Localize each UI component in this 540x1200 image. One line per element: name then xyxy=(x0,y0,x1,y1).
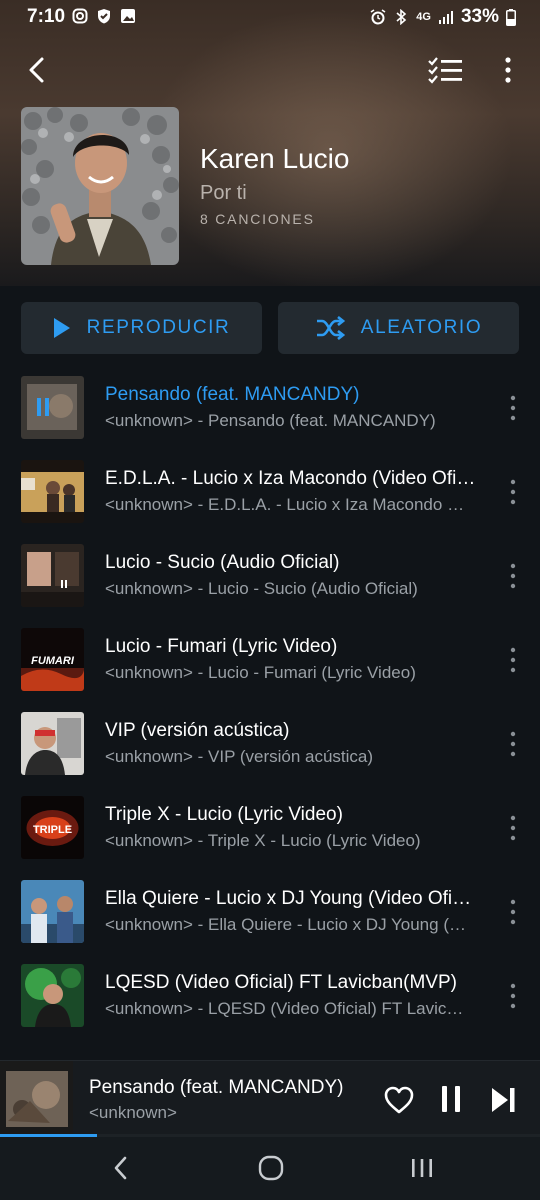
track-more-icon[interactable] xyxy=(502,812,524,844)
track-row[interactable]: TRIPLE Triple X - Lucio (Lyric Video) <u… xyxy=(0,786,540,870)
status-time: 7:10 xyxy=(27,6,66,27)
track-thumbnail xyxy=(21,376,84,439)
shuffle-button[interactable]: ALEATORIO xyxy=(278,302,519,354)
shuffle-label: ALEATORIO xyxy=(360,317,483,338)
shield-icon xyxy=(98,9,110,24)
track-more-icon[interactable] xyxy=(502,560,524,592)
track-title: VIP (versión acústica) xyxy=(105,720,290,741)
instagram-icon xyxy=(72,8,88,24)
alarm-icon xyxy=(370,9,386,25)
album-name: Por ti xyxy=(200,182,247,204)
track-thumbnail xyxy=(21,964,84,1027)
track-row[interactable]: E.D.L.A. - Lucio x Iza Macondo (Video Of… xyxy=(0,450,540,534)
track-title: E.D.L.A. - Lucio x Iza Macondo (Video Of… xyxy=(105,468,477,489)
back-button[interactable] xyxy=(22,54,54,86)
play-all-label: REPRODUCIR xyxy=(86,317,231,338)
gallery-icon xyxy=(121,9,135,23)
status-bar: 7:10 4G 33% xyxy=(0,0,540,36)
track-title: Triple X - Lucio (Lyric Video) xyxy=(105,804,343,825)
track-row[interactable]: VIP (versión acústica) <unknown> - VIP (… xyxy=(0,702,540,786)
track-more-icon[interactable] xyxy=(502,392,524,424)
track-thumbnail: TRIPLE xyxy=(21,796,84,859)
track-more-icon[interactable] xyxy=(502,644,524,676)
track-more-icon[interactable] xyxy=(502,896,524,928)
select-list-icon[interactable] xyxy=(426,54,466,86)
track-thumbnail xyxy=(21,460,84,523)
nav-recent-apps-icon[interactable] xyxy=(407,1153,437,1183)
track-more-icon[interactable] xyxy=(502,980,524,1012)
thumbnail-text: TRIPLE xyxy=(33,824,72,836)
track-thumbnail xyxy=(21,544,84,607)
track-thumbnail xyxy=(21,880,84,943)
track-title: Pensando (feat. MANCANDY) xyxy=(105,384,360,405)
play-all-button[interactable]: REPRODUCIR xyxy=(21,302,262,354)
track-title: Lucio - Fumari (Lyric Video) xyxy=(105,636,338,657)
track-row[interactable]: Ella Quiere - Lucio x DJ Young (Video Of… xyxy=(0,870,540,954)
battery-icon xyxy=(506,8,516,26)
track-thumbnail: FUMARI xyxy=(21,628,84,691)
artist-name: Karen Lucio xyxy=(200,143,350,174)
nav-back-icon[interactable] xyxy=(108,1153,134,1183)
battery-percent: 33% xyxy=(460,6,499,27)
track-subtitle: <unknown> - Lucio - Sucio (Audio Oficial… xyxy=(105,579,418,598)
track-row[interactable]: LQESD (Video Oficial) FT Lavicban(MVP) <… xyxy=(0,954,540,1038)
pause-icon[interactable] xyxy=(437,1083,465,1115)
album-cover xyxy=(21,107,179,265)
track-more-icon[interactable] xyxy=(502,728,524,760)
track-thumbnail xyxy=(21,712,84,775)
system-navigation-bar xyxy=(0,1137,540,1200)
mini-player[interactable]: Pensando (feat. MANCANDY) <unknown> xyxy=(0,1060,540,1137)
nav-home-icon[interactable] xyxy=(256,1153,286,1183)
mini-player-subtitle: <unknown> xyxy=(89,1103,177,1122)
play-icon xyxy=(53,318,70,338)
track-subtitle: <unknown> - VIP (versión acústica) xyxy=(105,747,374,766)
network-type: 4G xyxy=(416,11,431,23)
more-options-icon[interactable] xyxy=(496,54,520,86)
track-more-icon[interactable] xyxy=(502,476,524,508)
track-subtitle: <unknown> - Ella Quiere - Lucio x DJ You… xyxy=(105,915,467,934)
track-subtitle: <unknown> - Triple X - Lucio (Lyric Vide… xyxy=(105,831,421,850)
track-row[interactable]: Lucio - Sucio (Audio Oficial) <unknown> … xyxy=(0,534,540,618)
track-title: Ella Quiere - Lucio x DJ Young (Video Of… xyxy=(105,888,477,909)
track-subtitle: <unknown> - Pensando (feat. MANCANDY) xyxy=(105,411,436,430)
song-count: 8 CANCIONES xyxy=(200,211,315,227)
track-title: LQESD (Video Oficial) FT Lavicban(MVP) xyxy=(105,972,457,993)
bluetooth-icon xyxy=(396,9,407,25)
track-subtitle: <unknown> - E.D.L.A. - Lucio x Iza Macon… xyxy=(105,495,467,514)
signal-icon xyxy=(438,11,453,24)
track-subtitle: <unknown> - LQESD (Video Oficial) FT Lav… xyxy=(105,999,467,1018)
shuffle-icon xyxy=(316,316,345,340)
favorite-heart-icon[interactable] xyxy=(383,1085,415,1115)
track-subtitle: <unknown> - Lucio - Fumari (Lyric Video) xyxy=(105,663,416,682)
track-row[interactable]: FUMARI Lucio - Fumari (Lyric Video) <unk… xyxy=(0,618,540,702)
track-row[interactable]: Pensando (feat. MANCANDY) <unknown> - Pe… xyxy=(0,366,540,450)
mini-player-title: Pensando (feat. MANCANDY) xyxy=(89,1077,344,1098)
thumbnail-text: FUMARI xyxy=(31,655,75,667)
skip-next-icon[interactable] xyxy=(488,1085,518,1115)
track-title: Lucio - Sucio (Audio Oficial) xyxy=(105,552,340,573)
mini-player-thumbnail xyxy=(0,1061,73,1137)
